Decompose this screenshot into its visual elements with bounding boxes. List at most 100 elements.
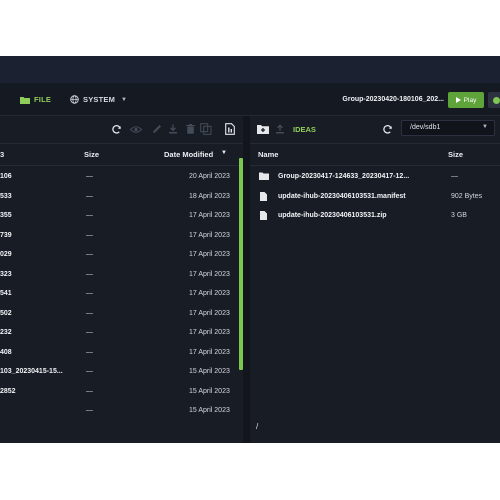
file-date: 18 April 2023 <box>189 192 230 200</box>
file-name: update-ihub-20230406103531.zip <box>278 212 387 219</box>
file-manager-window: FILE SYSTEM ▼ Group-20230420-180106_202.… <box>0 56 500 443</box>
refresh-icon[interactable] <box>110 123 122 135</box>
right-column-header: Name Size <box>250 144 500 166</box>
file-size: — <box>86 407 93 414</box>
table-row[interactable]: 533 — 18 April 2023 <box>0 187 243 207</box>
right-pane: IDEAS Name Size Group-20230417-124633_20… <box>250 116 500 443</box>
file-date: 20 April 2023 <box>189 173 230 180</box>
file-name: 408 <box>0 348 12 356</box>
play-button[interactable]: Play <box>448 92 484 108</box>
file-size: — <box>451 173 458 180</box>
file-name: update-ihub-20230406103531.manifest <box>278 192 406 200</box>
device-select[interactable]: /dev/sdb1 ▼ <box>401 120 495 136</box>
table-row[interactable]: 502 — 17 April 2023 <box>0 304 243 324</box>
left-scrollbar[interactable] <box>239 158 243 370</box>
system-menu[interactable]: SYSTEM ▼ <box>70 83 127 116</box>
file-size: — <box>86 290 93 297</box>
left-column-header: 3 Size Date Modified ▼ <box>0 144 243 166</box>
new-folder-icon[interactable] <box>257 123 269 135</box>
sort-desc-icon: ▼ <box>221 149 227 156</box>
file-size: — <box>86 270 93 278</box>
device-label: IDEAS <box>293 125 316 134</box>
file-name: 106 <box>0 173 12 180</box>
table-row[interactable]: 103_20230415-15... — 15 April 2023 <box>0 362 243 382</box>
table-row[interactable]: 408 — 17 April 2023 <box>0 343 243 363</box>
table-row[interactable]: 029 — 17 April 2023 <box>0 245 243 265</box>
file-date: 17 April 2023 <box>189 212 230 219</box>
file-size: — <box>86 309 93 317</box>
file-name: 502 <box>0 309 12 317</box>
file-size: — <box>86 348 93 356</box>
file-date: 17 April 2023 <box>189 348 230 356</box>
system-menu-label: SYSTEM <box>83 95 116 104</box>
file-date: 15 April 2023 <box>189 387 230 395</box>
file-name: 739 <box>0 231 12 239</box>
table-row[interactable]: 355 — 17 April 2023 <box>0 206 243 226</box>
file-date: 17 April 2023 <box>189 270 230 278</box>
top-bar: FILE SYSTEM ▼ Group-20230420-180106_202.… <box>0 83 500 116</box>
title-bar <box>0 56 500 83</box>
file-info-icon[interactable] <box>224 123 236 135</box>
session-name: Group-20230420-180106_202... <box>342 96 444 103</box>
column-name-header[interactable]: Name <box>258 150 278 159</box>
play-icon <box>455 97 461 103</box>
chevron-down-icon: ▼ <box>121 96 128 103</box>
file-size: — <box>86 231 93 239</box>
file-name: 355 <box>0 212 12 219</box>
upload-icon[interactable] <box>274 123 286 135</box>
file-size: — <box>86 212 93 219</box>
table-row[interactable]: 541 — 17 April 2023 <box>0 284 243 304</box>
record-button[interactable] <box>488 92 500 108</box>
refresh-icon[interactable] <box>381 123 393 135</box>
chevron-down-icon: ▼ <box>482 124 488 130</box>
file-date: 15 April 2023 <box>189 407 230 414</box>
folder-icon <box>259 172 269 182</box>
globe-icon <box>70 95 79 104</box>
file-name: 029 <box>0 251 12 258</box>
folder-icon <box>20 96 30 104</box>
file-menu[interactable]: FILE <box>20 83 51 116</box>
file-name: 2852 <box>0 387 16 395</box>
file-menu-label: FILE <box>34 95 52 104</box>
edit-icon[interactable] <box>151 123 163 135</box>
table-row[interactable]: 106 — 20 April 2023 <box>0 167 243 187</box>
file-date: 17 April 2023 <box>189 309 230 317</box>
table-row[interactable]: 739 — 17 April 2023 <box>0 226 243 246</box>
file-date: 15 April 2023 <box>189 368 230 375</box>
table-row[interactable]: 232 — 17 April 2023 <box>0 323 243 343</box>
file-name: 103_20230415-15... <box>0 368 63 375</box>
file-date: 17 April 2023 <box>189 251 230 258</box>
play-button-label: Play <box>463 96 477 104</box>
file-size: — <box>86 329 93 336</box>
column-name-header[interactable]: 3 <box>0 150 4 159</box>
device-select-value: /dev/sdb1 <box>410 124 441 131</box>
column-date-header[interactable]: Date Modified <box>164 150 213 159</box>
file-date: 17 April 2023 <box>189 290 230 297</box>
file-icon <box>260 191 267 203</box>
file-date: 17 April 2023 <box>189 231 230 239</box>
trash-icon[interactable] <box>184 123 196 135</box>
column-size-header[interactable]: Size <box>84 150 99 159</box>
file-name: 533 <box>0 192 12 200</box>
eye-icon[interactable] <box>130 123 142 135</box>
column-size-header[interactable]: Size <box>448 150 463 159</box>
file-size: — <box>86 387 93 395</box>
table-row[interactable]: update-ihub-20230406103531.zip 3 GB <box>250 206 500 226</box>
table-row[interactable]: Group-20230417-124633_20230417-12... — <box>250 167 500 187</box>
left-pane: 3 Size Date Modified ▼ 106 — 20 April 20… <box>0 116 243 443</box>
table-row[interactable]: update-ihub-20230406103531.manifest 902 … <box>250 187 500 207</box>
file-name: Group-20230417-124633_20230417-12... <box>278 173 410 180</box>
file-size: — <box>86 173 93 180</box>
current-path: / <box>256 422 259 431</box>
file-name: 232 <box>0 329 12 336</box>
file-size: — <box>86 251 93 258</box>
record-icon <box>492 96 500 104</box>
copy-icon[interactable] <box>200 123 212 135</box>
table-row[interactable]: 2852 — 15 April 2023 <box>0 382 243 402</box>
file-size: — <box>86 192 93 200</box>
download-icon[interactable] <box>167 123 179 135</box>
table-row[interactable]: — 15 April 2023 <box>0 401 243 421</box>
file-icon <box>260 211 267 222</box>
file-name: 323 <box>0 270 12 278</box>
table-row[interactable]: 323 — 17 April 2023 <box>0 265 243 285</box>
